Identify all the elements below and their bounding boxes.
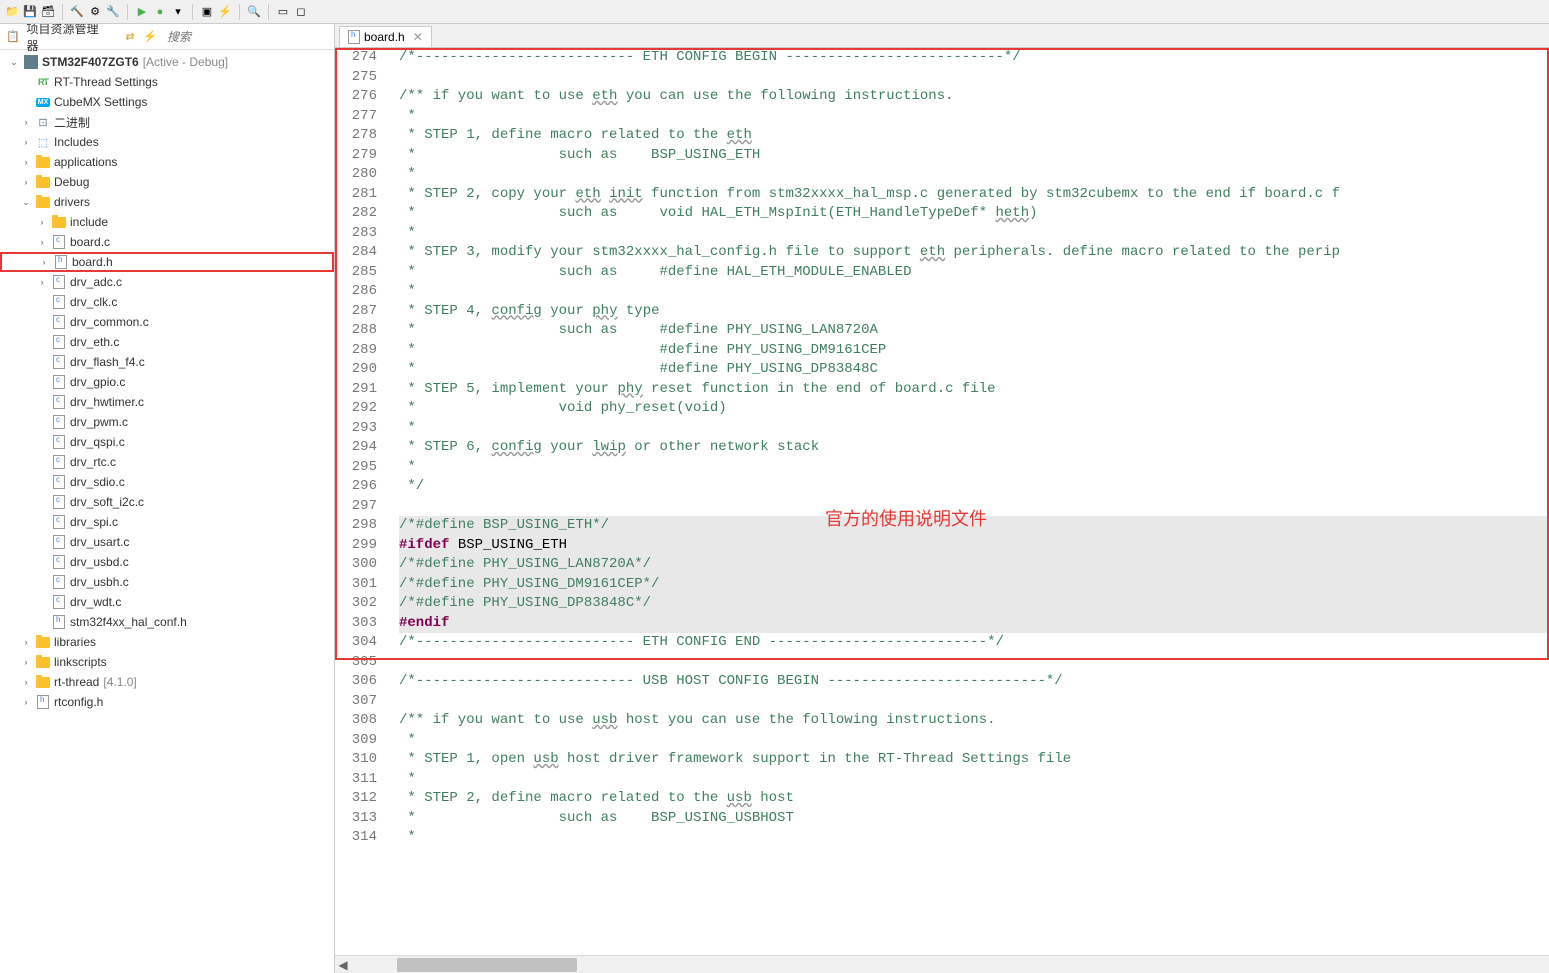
tree-item[interactable]: MXCubeMX Settings (0, 92, 334, 112)
project-tree[interactable]: ⌄STM32F407ZGT6[Active - Debug]RTRT-Threa… (0, 50, 334, 973)
tree-item[interactable]: ›drv_adc.c (0, 272, 334, 292)
tree-item[interactable]: ›include (0, 212, 334, 232)
code-editor[interactable]: 2742752762772782792802812822832842852862… (335, 48, 1549, 955)
tree-item[interactable]: drv_clk.c (0, 292, 334, 312)
tab-label: board.h (364, 30, 405, 44)
tree-item[interactable]: ›applications (0, 152, 334, 172)
gutter-marks (385, 48, 399, 955)
project-explorer: 📋 项目资源管理器 ⇄ ⚡ ⌄STM32F407ZGT6[Active - De… (0, 24, 335, 973)
line-gutter: 2742752762772782792802812822832842852862… (335, 48, 385, 955)
explorer-icon: 📋 (6, 29, 21, 45)
save-icon[interactable]: 💾 (22, 4, 38, 20)
tree-item[interactable]: drv_flash_f4.c (0, 352, 334, 372)
close-icon[interactable]: ✕ (413, 30, 423, 44)
tree-item[interactable]: drv_qspi.c (0, 432, 334, 452)
tree-item[interactable]: drv_usart.c (0, 532, 334, 552)
tree-item[interactable]: stm32f4xx_hal_conf.h (0, 612, 334, 632)
tree-item[interactable]: drv_eth.c (0, 332, 334, 352)
tree-item[interactable]: ⌄drivers (0, 192, 334, 212)
maximize-icon[interactable]: ◻ (293, 4, 309, 20)
project-root[interactable]: ⌄STM32F407ZGT6[Active - Debug] (0, 52, 334, 72)
sidebar-title: 项目资源管理器 (27, 20, 103, 54)
tree-item[interactable]: ›libraries (0, 632, 334, 652)
tree-item[interactable]: ›⊡二进制 (0, 112, 334, 132)
h-file-icon (348, 30, 360, 44)
hammer-icon[interactable]: ⚙ (87, 4, 103, 20)
tree-item[interactable]: drv_usbd.c (0, 552, 334, 572)
tree-item[interactable]: ›Debug (0, 172, 334, 192)
minimize-icon[interactable]: ▭ (275, 4, 291, 20)
tree-item[interactable]: drv_wdt.c (0, 592, 334, 612)
sidebar-header: 📋 项目资源管理器 ⇄ ⚡ (0, 24, 334, 50)
build-icon[interactable]: 🔨 (69, 4, 85, 20)
tree-item[interactable]: ›⬚Includes (0, 132, 334, 152)
tree-item[interactable]: ›board.c (0, 232, 334, 252)
tree-item[interactable]: drv_spi.c (0, 512, 334, 532)
tree-item[interactable]: drv_hwtimer.c (0, 392, 334, 412)
run-icon[interactable]: ● (152, 4, 168, 20)
tree-item[interactable]: ›linkscripts (0, 652, 334, 672)
folder-icon[interactable]: 📁 (4, 4, 20, 20)
horizontal-scrollbar[interactable]: ◀ (335, 955, 1549, 973)
tab-board-h[interactable]: board.h ✕ (339, 26, 432, 47)
flash-icon[interactable]: ⚡ (217, 4, 233, 20)
chip-icon[interactable]: ▣ (199, 4, 215, 20)
tree-item[interactable]: RTRT-Thread Settings (0, 72, 334, 92)
tree-item[interactable]: drv_sdio.c (0, 472, 334, 492)
tab-bar: board.h ✕ (335, 24, 1549, 48)
tree-item[interactable]: drv_common.c (0, 312, 334, 332)
scroll-left-icon[interactable]: ◀ (335, 958, 351, 972)
tree-item[interactable]: drv_soft_i2c.c (0, 492, 334, 512)
debug-icon[interactable]: ▶ (134, 4, 150, 20)
tree-item[interactable]: ›rtconfig.h (0, 692, 334, 712)
search-icon[interactable]: 🔍 (246, 4, 262, 20)
search-input[interactable] (163, 28, 328, 46)
stop-icon[interactable]: ▾ (170, 4, 186, 20)
code-content[interactable]: /*-------------------------- ETH CONFIG … (399, 48, 1549, 955)
tree-item[interactable]: drv_rtc.c (0, 452, 334, 472)
tree-item[interactable]: drv_gpio.c (0, 372, 334, 392)
save-all-icon[interactable]: 🗃 (40, 4, 56, 20)
tree-item[interactable]: drv_usbh.c (0, 572, 334, 592)
tree-item[interactable]: drv_pwm.c (0, 412, 334, 432)
wrench-icon[interactable]: 🔧 (105, 4, 121, 20)
filter-icon[interactable]: ⚡ (143, 30, 157, 43)
editor-area: board.h ✕ 274275276277278279280281282283… (335, 24, 1549, 973)
scroll-thumb[interactable] (397, 958, 577, 972)
link-icon[interactable]: ⇄ (123, 29, 138, 45)
tree-item[interactable]: ›board.h (0, 252, 334, 272)
main-toolbar: 📁 💾 🗃 🔨 ⚙ 🔧 ▶ ● ▾ ▣ ⚡ 🔍 ▭ ◻ (0, 0, 1549, 24)
tree-item[interactable]: ›rt-thread[4.1.0] (0, 672, 334, 692)
